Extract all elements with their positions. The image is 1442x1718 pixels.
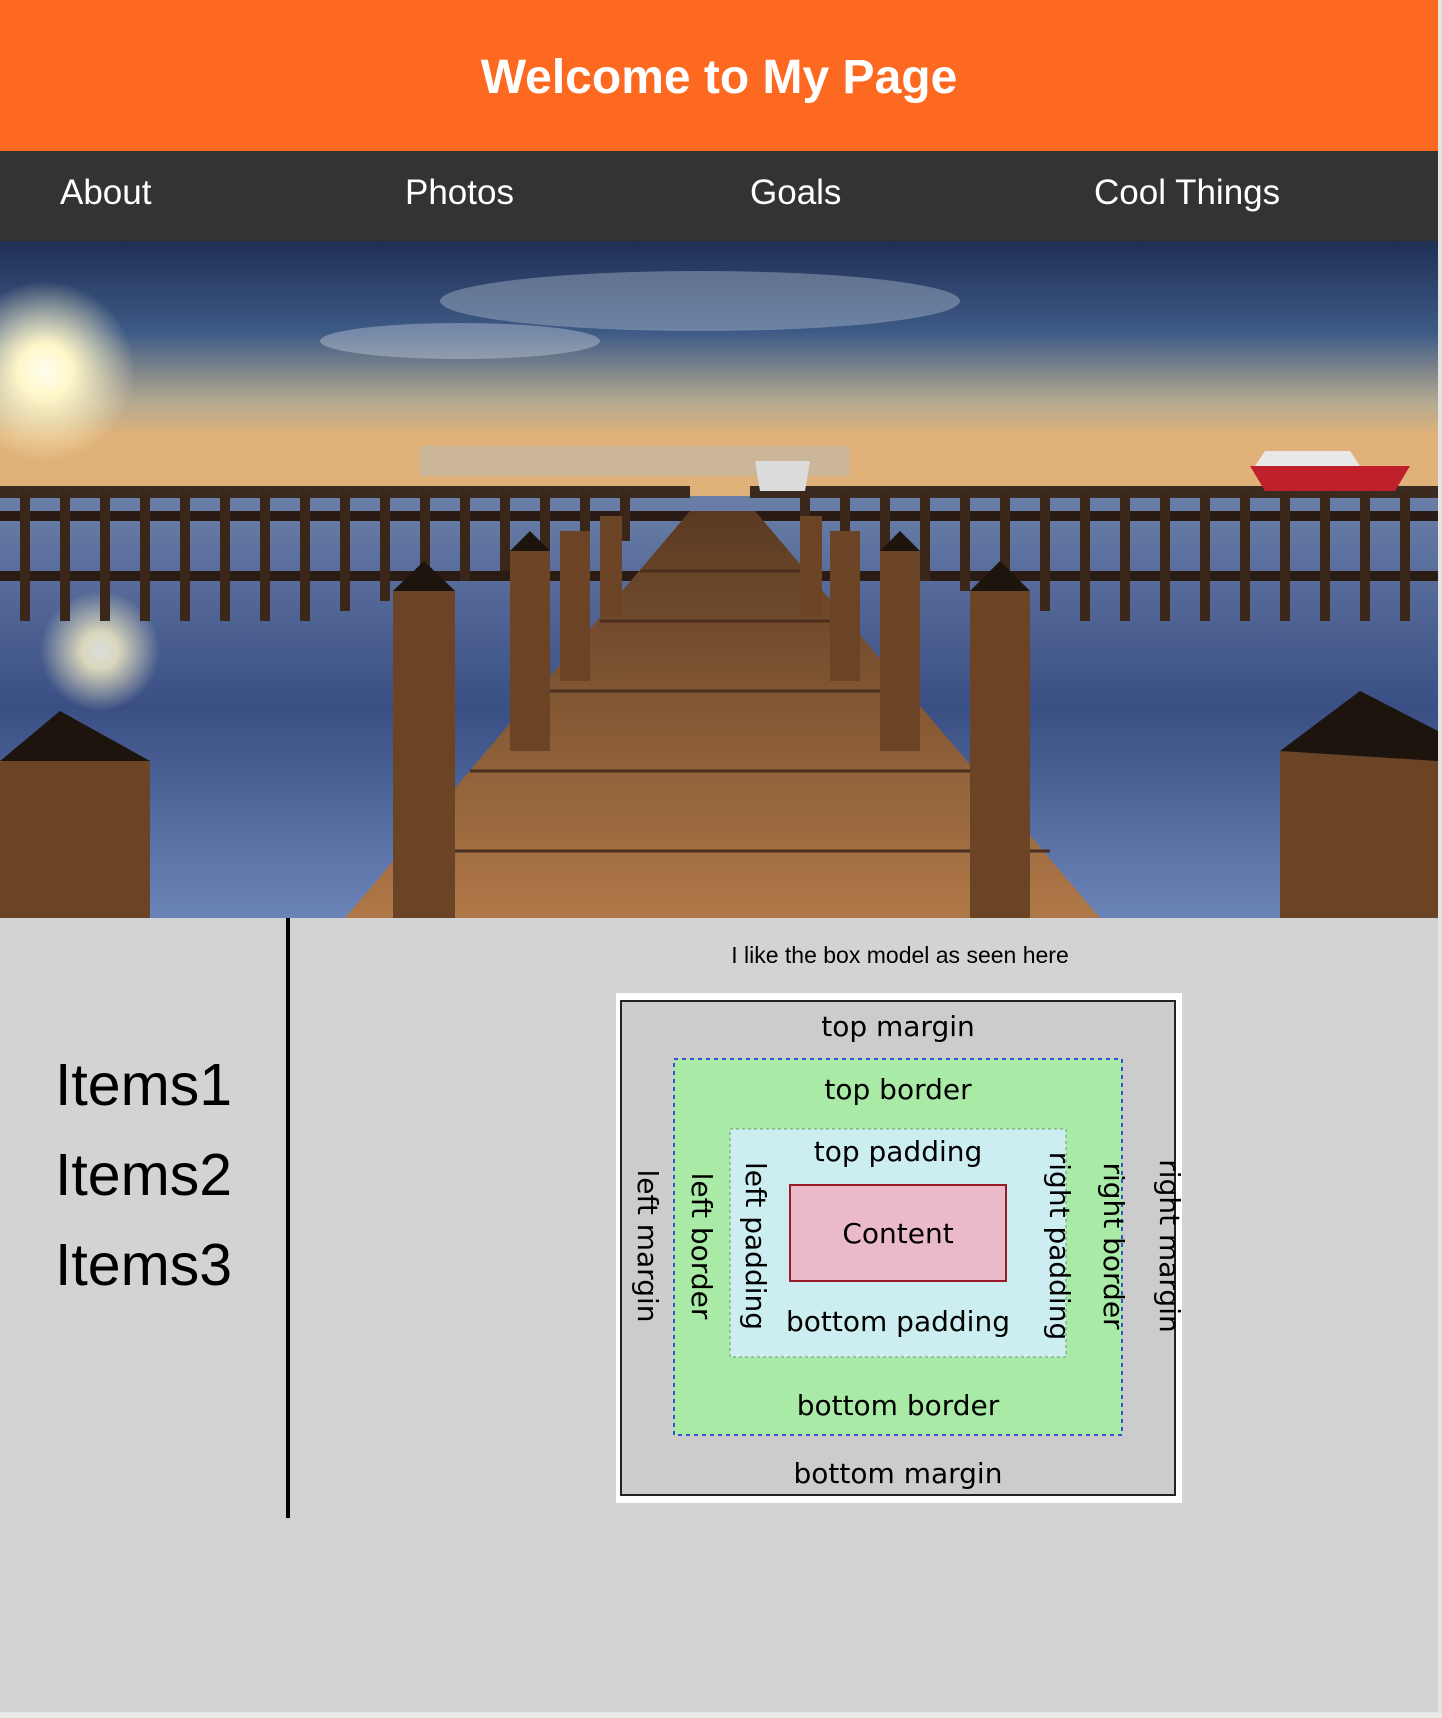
box-model-diagram: top margin bottom margin top border bott… [616, 993, 1182, 1503]
page-header: Welcome to My Page [0, 0, 1438, 151]
bottom-margin-label: bottom margin [794, 1457, 1003, 1490]
nav-link-cool-things[interactable]: Cool Things [1094, 173, 1280, 213]
nav-link-about[interactable]: About [60, 173, 151, 213]
left-margin-label: left margin [631, 1169, 664, 1322]
window-edge [1438, 0, 1442, 1718]
bottom-border-label: bottom border [797, 1389, 1000, 1422]
right-border-label: right border [1097, 1162, 1130, 1330]
content-label: Content [842, 1217, 953, 1250]
right-padding-label: right padding [1043, 1152, 1076, 1340]
hero-image [0, 241, 1438, 918]
sidebar-item-2[interactable]: Items2 [55, 1130, 232, 1220]
sidebar-list: Items1 Items2 Items3 [55, 1040, 232, 1310]
left-border-label: left border [685, 1173, 718, 1320]
top-border-label: top border [824, 1073, 972, 1106]
right-margin-label: right margin [1153, 1159, 1182, 1332]
left-padding-label: left padding [739, 1162, 772, 1330]
main-caption: I like the box model as seen here [731, 942, 1069, 968]
window-bottom-edge [0, 1712, 1442, 1718]
main-nav: About Photos Goals Cool Things [0, 151, 1438, 241]
nav-link-photos[interactable]: Photos [405, 173, 514, 213]
sidebar-item-1[interactable]: Items1 [55, 1040, 232, 1130]
bottom-padding-label: bottom padding [786, 1305, 1010, 1338]
sidebar-item-3[interactable]: Items3 [55, 1220, 232, 1310]
page-title: Welcome to My Page [480, 51, 958, 104]
sidebar: Items1 Items2 Items3 [0, 918, 290, 1518]
top-margin-label: top margin [821, 1010, 975, 1043]
top-padding-label: top padding [814, 1135, 983, 1168]
nav-link-goals[interactable]: Goals [750, 173, 841, 213]
